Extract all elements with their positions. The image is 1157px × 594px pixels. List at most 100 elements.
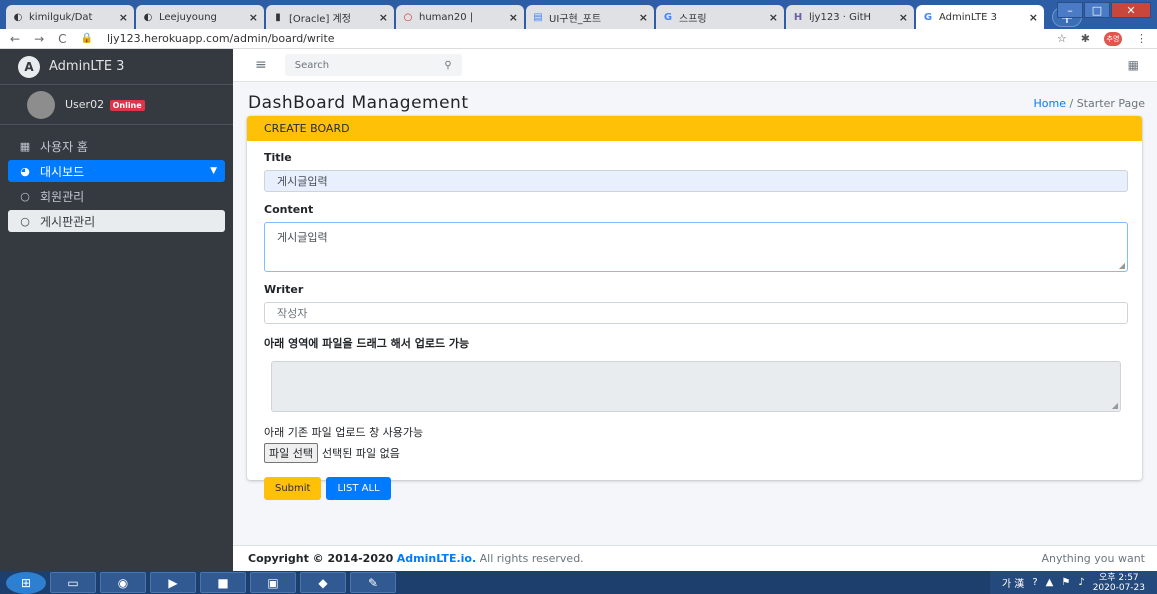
browser-tab[interactable]: ○ human20 | × (396, 5, 524, 29)
star-icon[interactable]: ☆ (1057, 32, 1067, 45)
brand-link[interactable]: A AdminLTE 3 (0, 49, 233, 85)
profile-avatar[interactable]: 추영 (1104, 31, 1122, 46)
lock-icon[interactable]: 🔒 (81, 33, 93, 44)
browser-tabs: ◐ kimilguk/Dat × ◐ Leejuyoung × ▮ [Oracle] 계정… (6, 5, 1082, 29)
browser-tab[interactable]: Hljy123 · GitH × (786, 5, 914, 29)
address-bar-actions: ☆ ✱ 추영 ⋮ (1057, 31, 1147, 46)
file-status-text: 선택된 파일 없음 (321, 447, 400, 460)
close-icon[interactable]: × (769, 11, 778, 24)
sidebar-item-board[interactable]: ○ 게시판관리 (8, 210, 225, 232)
page-title: DashBoard Management (248, 93, 469, 113)
explorer-folder-icon[interactable]: ▭ (50, 572, 96, 593)
extensions-icon[interactable]: ✱ (1081, 32, 1090, 45)
hamburger-icon[interactable]: ≡ (255, 57, 267, 73)
back-icon[interactable]: ← (10, 32, 20, 46)
tab-title: ljy123 · GitH (809, 11, 872, 23)
google-icon: G (923, 11, 933, 23)
circle-icon: ○ (20, 189, 30, 203)
brand-text: AdminLTE 3 (49, 59, 125, 74)
help-icon[interactable]: ? (1032, 577, 1037, 588)
file-choose-button[interactable]: 파일 선택 (264, 443, 318, 463)
resize-handle-icon[interactable]: ◢ (1119, 261, 1125, 270)
minimize-icon[interactable]: – (1057, 2, 1083, 18)
browser-tab[interactable]: ◐ kimilguk/Dat × (6, 5, 134, 29)
address-bar: ← → C 🔒 ljy123.herokuapp.com/admin/board… (0, 29, 1157, 49)
clock[interactable]: 오후 2:57 2020-07-23 (1093, 573, 1145, 593)
maximize-icon[interactable]: □ (1084, 2, 1110, 18)
search-icon[interactable]: ⚲ (444, 60, 451, 71)
image-viewer-icon[interactable]: ▣ (250, 572, 296, 593)
clock-date: 2020-07-23 (1092, 582, 1145, 593)
url-field[interactable]: ljy123.herokuapp.com/admin/board/write (107, 32, 1043, 45)
google-icon: G (663, 11, 673, 23)
user-name-text: User02 (65, 98, 105, 111)
browser-tab[interactable]: ▮ [Oracle] 계정 × (266, 5, 394, 29)
footer-right-text: Anything you want (1041, 552, 1145, 565)
browser-tab[interactable]: G 스프링 × (656, 5, 784, 29)
resize-handle-icon[interactable]: ◢ (1112, 401, 1118, 410)
breadcrumb-separator: / (1069, 96, 1074, 110)
close-icon[interactable]: × (1029, 11, 1038, 24)
adminlte-link[interactable]: AdminLTE.io. (397, 552, 476, 565)
adminlte-logo-icon: A (18, 55, 40, 78)
title-input[interactable]: 게시글입력 (264, 170, 1128, 192)
browser-tab[interactable]: ◐ Leejuyoung × (136, 5, 264, 29)
menu-dots-icon[interactable]: ⋮ (1136, 32, 1147, 45)
close-icon[interactable]: × (639, 11, 648, 24)
media-player-icon[interactable]: ▶ (150, 572, 196, 593)
breadcrumb-current: Starter Page (1076, 96, 1145, 110)
windows-start-icon[interactable]: ⊞ (6, 571, 46, 594)
card-header: CREATE BOARD (247, 116, 1142, 141)
chrome-icon[interactable]: ◉ (100, 572, 146, 593)
reload-icon[interactable]: C (58, 32, 66, 46)
copyright-prefix: Copyright © 2014-2020 (248, 552, 394, 565)
user-panel: User02 Online (0, 85, 233, 125)
rights-text: All rights reserved. (479, 552, 584, 565)
create-board-card: CREATE BOARD Title 게시글입력 Content 게시글입력 ◢… (247, 116, 1142, 500)
tab-title: AdminLTE 3 (939, 11, 998, 23)
browser-tab-bar: ◐ kimilguk/Dat × ◐ Leejuyoung × ▮ [Oracle] 계정… (0, 0, 1157, 29)
control-sidebar-icon[interactable]: ▦ (1128, 58, 1139, 72)
card-body: Title 게시글입력 Content 게시글입력 ◢ Writer 작성자 아… (247, 141, 1142, 510)
browser-tab[interactable]: ▤ UI구현_포트 × (526, 5, 654, 29)
system-tray: 가 漢 ? ▲ ⚑ ♪ 오후 2:57 2020-07-23 (989, 571, 1157, 594)
title-label: Title (264, 151, 292, 164)
list-all-button[interactable]: LIST ALL (326, 477, 391, 500)
browser-tab-active[interactable]: G AdminLTE 3 × (916, 5, 1044, 29)
search-input[interactable]: Search ⚲ (284, 54, 462, 76)
sidebar-item-user-home[interactable]: ▦ 사용자 홈 (8, 135, 225, 157)
submit-button[interactable]: Submit (264, 477, 322, 500)
volume-icon[interactable]: ♪ (1078, 577, 1084, 588)
breadcrumb-home-link[interactable]: Home (1034, 97, 1066, 110)
avatar[interactable] (27, 90, 55, 119)
flag-icon[interactable]: ⚑ (1061, 577, 1070, 588)
paint-icon[interactable]: ✎ (350, 572, 396, 593)
tab-title: 스프링 (679, 13, 707, 25)
close-icon[interactable]: × (509, 11, 518, 24)
search-placeholder: Search (294, 59, 330, 71)
app-icon[interactable]: ◆ (300, 572, 346, 593)
forward-icon[interactable]: → (34, 32, 44, 46)
github-icon: ◐ (13, 11, 23, 23)
close-icon[interactable]: × (119, 11, 128, 24)
sidebar-item-dashboard[interactable]: ◕ 대시보드 ▼ (8, 160, 225, 182)
dashboard-gauge-icon: ◕ (20, 164, 30, 178)
window-close-icon[interactable]: ✕ (1111, 2, 1151, 18)
sidebar-item-members[interactable]: ○ 회원관리 (8, 185, 225, 207)
docs-icon: ▤ (533, 11, 543, 23)
user-name[interactable]: User02 Online (65, 98, 145, 111)
app-icon[interactable]: ■ (200, 572, 246, 593)
close-icon[interactable]: × (249, 11, 258, 24)
file-dropzone[interactable]: ◢ (271, 361, 1121, 412)
network-icon[interactable]: ▲ (1046, 577, 1054, 588)
content-textarea[interactable]: 게시글입력 ◢ (264, 222, 1128, 272)
circle-icon: ○ (403, 11, 413, 23)
heroku-icon: H (793, 11, 803, 23)
writer-input[interactable]: 작성자 (264, 302, 1128, 324)
window-controls: – □ ✕ (1057, 2, 1151, 18)
content-text: 게시글입력 (277, 231, 328, 244)
ime-indicator[interactable]: 가 漢 (1002, 575, 1024, 590)
close-icon[interactable]: × (379, 11, 388, 24)
close-icon[interactable]: × (899, 11, 908, 24)
file-upload-label: 아래 기존 파일 업로드 창 사용가능 (264, 426, 424, 439)
